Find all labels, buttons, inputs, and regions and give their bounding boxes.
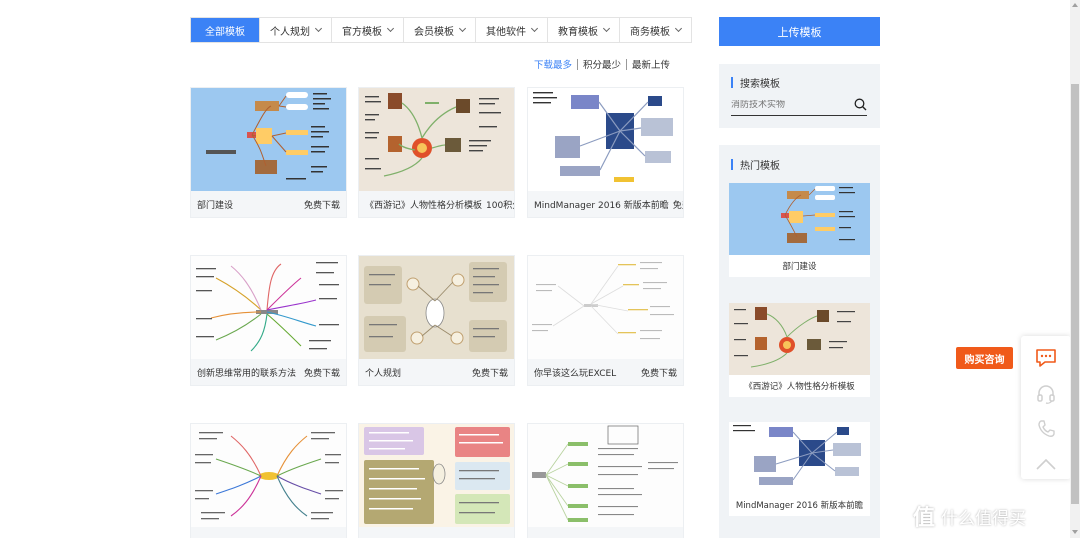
title-accent-bar	[731, 76, 733, 88]
tab-education-templates[interactable]: 教育模板	[548, 18, 620, 42]
phone-icon[interactable]	[1021, 411, 1071, 446]
tab-all-templates[interactable]: 全部模板	[191, 18, 260, 42]
search-panel: 搜索模板	[719, 64, 880, 128]
chevron-down-icon	[314, 24, 323, 33]
card-price[interactable]: 免费下载	[304, 366, 340, 379]
card-title[interactable]: MindManager 2016 新版本前瞻	[534, 198, 669, 211]
tab-official-templates[interactable]: 官方模板	[332, 18, 404, 42]
tab-label: 个人规划	[270, 26, 310, 38]
search-box	[731, 94, 867, 116]
hot-templates-panel: 热门模板 部门建设 《西游记》人物性格分析模板 MindManager 2016…	[719, 145, 880, 538]
card-price[interactable]: 免费下载	[673, 198, 683, 211]
sort-options: 下载最多 积分最少 最新上传	[529, 57, 675, 71]
template-card[interactable]: 创新思维常用的联系方法 免费下载	[190, 255, 347, 386]
tab-label: 其他软件	[486, 26, 526, 38]
card-caption: 个人规划 免费下载	[359, 359, 514, 386]
template-thumbnail	[359, 256, 514, 359]
card-title[interactable]: 个人规划	[365, 366, 401, 379]
hot-template-card[interactable]: 《西游记》人物性格分析模板	[729, 303, 870, 397]
template-thumbnail	[191, 88, 346, 191]
tab-other-software[interactable]: 其他软件	[476, 18, 548, 42]
hot-panel-title: 热门模板	[719, 145, 880, 183]
card-title[interactable]: 你早该这么玩EXCEL	[534, 366, 616, 379]
title-accent-bar	[731, 158, 733, 170]
template-card[interactable]	[527, 423, 684, 538]
template-thumbnail	[191, 424, 346, 527]
template-thumbnail	[359, 88, 514, 191]
watermark-text: 什么值得买	[941, 508, 1027, 529]
tab-label: 全部模板	[205, 26, 245, 38]
tab-personal-planning[interactable]: 个人规划	[260, 18, 332, 42]
template-thumbnail	[528, 424, 683, 527]
scroll-up-arrow-icon[interactable]	[1072, 3, 1078, 7]
chat-icon[interactable]	[1021, 340, 1071, 375]
scrollbar-thumb[interactable]	[1071, 84, 1079, 504]
back-to-top-icon[interactable]	[1021, 446, 1071, 481]
tab-label: 商务模板	[630, 26, 670, 38]
card-caption: MindManager 2016 新版本前瞻 免费下载	[528, 191, 683, 218]
hot-template-title[interactable]: MindManager 2016 新版本前瞻	[729, 494, 870, 516]
hot-template-title[interactable]: 《西游记》人物性格分析模板	[729, 375, 870, 397]
card-title[interactable]: 创新思维常用的联系方法	[197, 366, 296, 379]
chevron-down-icon	[458, 24, 467, 33]
card-caption: 《西游记》人物性格分析模板 100积分	[359, 191, 514, 218]
sort-most-downloads[interactable]: 下载最多	[529, 57, 577, 71]
template-thumbnail	[729, 183, 870, 255]
tab-label: 官方模板	[342, 26, 382, 38]
scroll-down-arrow-icon[interactable]	[1072, 530, 1078, 534]
template-thumbnail	[729, 422, 870, 494]
headset-icon[interactable]	[1021, 376, 1071, 411]
card-price[interactable]: 100积分	[486, 198, 514, 211]
category-tabs: 全部模板 个人规划 官方模板 会员模板 其他软件 教育模板 商务模板	[190, 17, 692, 43]
template-thumbnail	[729, 303, 870, 375]
template-thumbnail	[359, 424, 514, 527]
card-title[interactable]: 《西游记》人物性格分析模板	[365, 198, 482, 211]
hot-template-title[interactable]: 部门建设	[729, 255, 870, 277]
purchase-consult-button[interactable]: 购买咨询	[956, 347, 1013, 369]
tab-business-templates[interactable]: 商务模板	[620, 18, 691, 42]
search-icon[interactable]	[854, 98, 867, 111]
sort-newest[interactable]: 最新上传	[627, 57, 675, 71]
tab-member-templates[interactable]: 会员模板	[404, 18, 476, 42]
tab-label: 会员模板	[414, 26, 454, 38]
template-card[interactable]: 部门建设 免费下载	[190, 87, 347, 218]
hot-template-card[interactable]: 部门建设	[729, 183, 870, 277]
template-card[interactable]: 你早该这么玩EXCEL 免费下载	[527, 255, 684, 386]
template-card[interactable]: MindManager 2016 新版本前瞻 免费下载	[527, 87, 684, 218]
hot-template-card[interactable]: MindManager 2016 新版本前瞻	[729, 422, 870, 516]
card-price[interactable]: 免费下载	[641, 366, 677, 379]
card-price[interactable]: 免费下载	[472, 366, 508, 379]
chevron-down-icon	[674, 24, 683, 33]
chevron-down-icon	[602, 24, 611, 33]
chevron-down-icon	[530, 24, 539, 33]
page-scrollbar[interactable]	[1070, 0, 1080, 538]
card-caption: 部门建设 免费下载	[191, 191, 346, 218]
site-watermark: 值 什么值得买	[913, 500, 1026, 532]
card-price[interactable]: 免费下载	[304, 198, 340, 211]
tab-label: 教育模板	[558, 26, 598, 38]
template-thumbnail	[528, 256, 683, 359]
hot-title: 热门模板	[740, 160, 780, 172]
template-card[interactable]	[190, 423, 347, 538]
search-title: 搜索模板	[740, 78, 780, 90]
sort-least-points[interactable]: 积分最少	[578, 57, 626, 71]
watermark-logo-icon: 值	[913, 506, 936, 531]
floating-toolbar	[1021, 336, 1071, 479]
template-thumbnail	[528, 88, 683, 191]
template-card[interactable]: 个人规划 免费下载	[358, 255, 515, 386]
card-caption: 你早该这么玩EXCEL 免费下载	[528, 359, 683, 386]
card-caption: 创新思维常用的联系方法 免费下载	[191, 359, 346, 386]
upload-template-button[interactable]: 上传模板	[719, 17, 880, 46]
chevron-down-icon	[386, 24, 395, 33]
search-input[interactable]	[731, 99, 841, 110]
card-title[interactable]: 部门建设	[197, 198, 233, 211]
template-card[interactable]: 《西游记》人物性格分析模板 100积分	[358, 87, 515, 218]
template-thumbnail	[191, 256, 346, 359]
template-card[interactable]	[358, 423, 515, 538]
